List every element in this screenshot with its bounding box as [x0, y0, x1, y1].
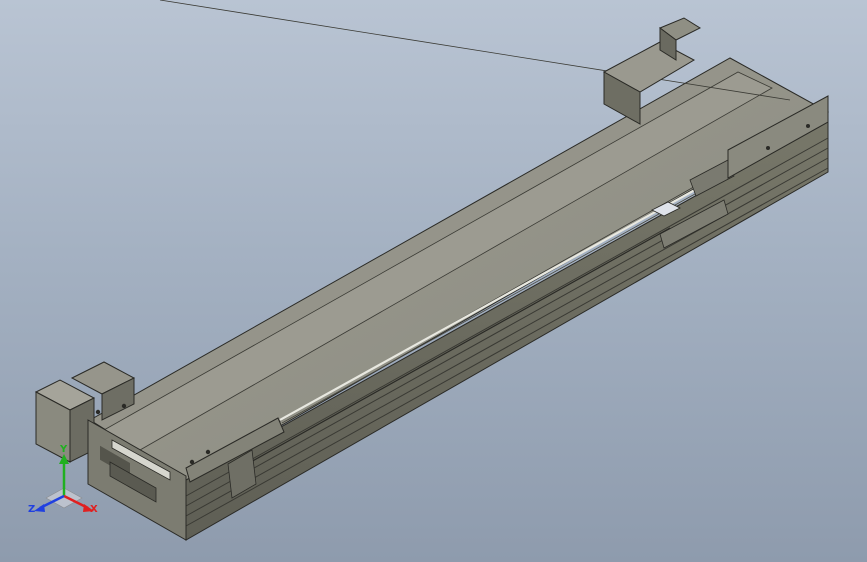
rail-top-cover: [89, 0, 830, 481]
triad-y-label: Y: [60, 444, 68, 455]
triad-z-label: Z: [28, 504, 36, 515]
axis-triad: Y X Z: [28, 444, 100, 520]
cad-viewport[interactable]: Y X Z: [0, 0, 867, 562]
triad-x-label: X: [90, 504, 98, 515]
linear-module-model[interactable]: [0, 0, 867, 562]
